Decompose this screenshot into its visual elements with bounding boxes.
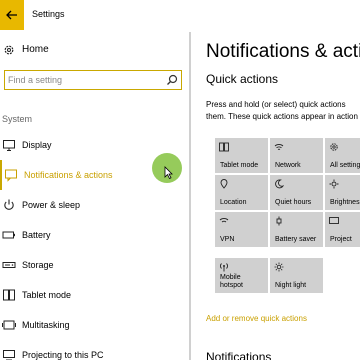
quick-action-all-settings[interactable]: All settings <box>325 138 360 173</box>
quick-action-label: Tablet mode <box>220 162 259 169</box>
sidebar-item-label: Notifications & actions <box>24 170 113 180</box>
quick-action-label: Brightness <box>330 199 360 206</box>
notifications-icon <box>5 169 17 182</box>
sidebar-item-power-sleep[interactable]: Power & sleep <box>0 190 190 220</box>
moon-icon <box>275 179 284 189</box>
battery-saver-icon <box>276 216 282 226</box>
sidebar-item-label: Display <box>22 140 52 150</box>
search-icon <box>167 74 178 85</box>
sidebar-item-tablet-mode[interactable]: Tablet mode <box>0 280 190 310</box>
quick-action-label: Battery saver <box>275 236 317 243</box>
quick-action-label: Quiet hours <box>275 199 312 206</box>
quick-action-tablet-mode[interactable]: Tablet mode <box>215 138 268 173</box>
multitasking-icon <box>2 320 16 330</box>
quick-action-network[interactable]: Network <box>270 138 323 173</box>
gear-icon <box>4 45 14 55</box>
display-icon <box>3 140 15 151</box>
quick-actions-description-line: them. These quick actions appear in acti… <box>206 112 360 121</box>
content-pane: Notifications & actions Quick actions Pr… <box>191 32 360 360</box>
quick-action-location[interactable]: Location <box>215 175 268 210</box>
network-icon <box>274 144 284 150</box>
storage-icon <box>2 262 16 268</box>
search-box[interactable] <box>4 70 182 90</box>
tablet-mode-icon <box>219 142 229 152</box>
title-bar: Settings <box>0 0 360 32</box>
quick-action-label: Project <box>330 236 352 243</box>
battery-icon <box>2 231 15 239</box>
quick-action-label: All settings <box>330 162 360 169</box>
notifications-heading: Notifications <box>206 350 272 360</box>
power-icon <box>4 199 14 210</box>
back-arrow-icon <box>6 10 17 20</box>
mouse-pointer-icon <box>164 166 173 179</box>
quick-actions-description: Press and hold (or select) quick actions… <box>206 99 360 123</box>
sidebar-item-label: Multitasking <box>22 320 70 330</box>
quick-action-brightness[interactable]: Brightness <box>325 175 360 210</box>
quick-action-label: VPN <box>220 236 235 243</box>
sidebar-item-label: Projecting to this PC <box>22 350 104 360</box>
brightness-icon <box>329 179 339 189</box>
sidebar-item-battery[interactable]: Battery <box>0 220 190 250</box>
quick-action-label: Mobile hotspot <box>220 274 243 289</box>
sidebar-item-label: Tablet mode <box>22 290 72 300</box>
quick-action-mobile-hotspot[interactable]: Mobile hotspot <box>215 258 268 293</box>
window-title: Settings <box>32 9 65 19</box>
quick-actions-heading: Quick actions <box>206 72 279 86</box>
back-button[interactable] <box>0 0 24 30</box>
sidebar-item-projecting[interactable]: Projecting to this PC <box>0 340 190 360</box>
quick-action-quiet-hours[interactable]: Quiet hours <box>270 175 323 210</box>
project-icon <box>329 217 339 224</box>
page-title: Notifications & actions <box>206 41 360 62</box>
tablet-mode-icon <box>3 289 15 301</box>
quick-action-vpn[interactable]: VPN <box>215 212 268 247</box>
settings-icon <box>330 143 338 151</box>
quick-action-battery-saver[interactable]: Battery saver <box>270 212 323 247</box>
search-input[interactable] <box>8 73 158 87</box>
sidebar-item-label: Battery <box>22 230 51 240</box>
night-light-icon <box>274 262 284 272</box>
quick-action-label: Night light <box>275 282 307 289</box>
sidebar-item-multitasking[interactable]: Multitasking <box>0 310 190 340</box>
quick-action-night-light[interactable]: Night light <box>270 258 323 293</box>
sidebar-item-storage[interactable]: Storage <box>0 250 190 280</box>
sidebar-item-label: Power & sleep <box>22 200 81 210</box>
quick-action-label: Network <box>275 162 301 169</box>
sidebar-item-label: Storage <box>22 260 54 270</box>
home-label: Home <box>22 44 49 55</box>
quick-action-label: Location <box>220 199 247 206</box>
projecting-icon <box>3 350 15 360</box>
vpn-icon <box>219 218 229 223</box>
section-label-system: System <box>2 114 33 124</box>
quick-actions-description-line: Press and hold (or select) quick actions <box>206 100 346 109</box>
home-link[interactable]: Home <box>0 40 190 62</box>
add-remove-quick-actions-link[interactable]: Add or remove quick actions <box>206 314 307 323</box>
navigation-pane: Home System Display Notifications & acti… <box>0 32 190 360</box>
location-icon <box>220 179 228 189</box>
quick-action-project[interactable]: Project <box>325 212 360 247</box>
hotspot-icon <box>220 263 228 272</box>
